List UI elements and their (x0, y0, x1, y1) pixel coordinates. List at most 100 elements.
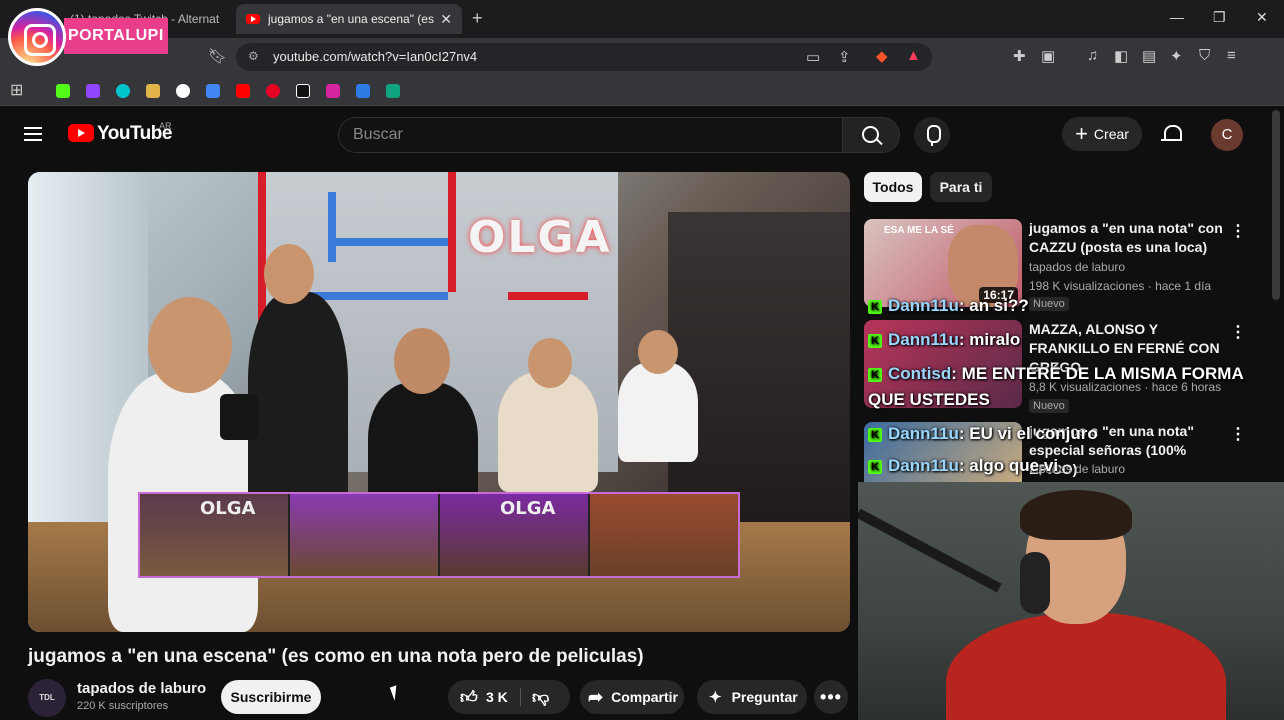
more-actions-icon[interactable]: ••• (814, 680, 848, 714)
new-badge: Nuevo (1029, 399, 1069, 413)
kick-icon: K (868, 459, 882, 474)
pinterest-bookmark-icon[interactable] (266, 84, 280, 98)
gif-bookmark-icon[interactable] (356, 84, 370, 98)
menu-icon[interactable]: ≡ (1227, 47, 1236, 64)
tiktok-bookmark-icon[interactable] (296, 84, 310, 98)
recommendation-thumbnail[interactable]: ESA ME LA SÉ 16:17 (864, 219, 1022, 307)
recommendation-channel[interactable]: tapados de laburo (1029, 260, 1125, 274)
plus-icon: + (1075, 121, 1088, 146)
operator-head (638, 330, 678, 374)
tab-title: jugamos a "en una escena" (es c (268, 12, 435, 26)
studio-equipment (668, 212, 850, 532)
blue-pipe (308, 292, 448, 300)
sidebar-toggle-icon[interactable]: ◧ (1114, 47, 1128, 65)
operator-person (618, 362, 698, 462)
tab-search-icon[interactable]: ▣ (1041, 47, 1055, 65)
chat-message: K Contisd: ME ENTERÉ DE LA MISMA FORMA (868, 364, 1244, 384)
search-button-icon[interactable] (842, 117, 900, 153)
chat-text: : miralo (958, 330, 1021, 349)
chip-para-ti[interactable]: Para ti (930, 172, 992, 202)
more-options-icon[interactable]: ⋮ (1230, 322, 1246, 342)
search-box[interactable] (338, 117, 842, 153)
channel-avatar[interactable]: TDL (28, 679, 66, 717)
chat-text: : ME ENTERÉ DE LA MISMA FORMA (951, 364, 1244, 383)
close-window-icon[interactable]: ✕ (1256, 9, 1268, 26)
new-tab-icon[interactable]: + (472, 8, 483, 29)
account-avatar[interactable]: C (1211, 119, 1243, 151)
camera-preview-strip: OLGA OLGA (138, 492, 740, 578)
youtube-header: YouTube AR + Crear C (0, 107, 1284, 163)
recommendation-title[interactable]: jugamos a "en una nota" con CAZZU (posta… (1029, 219, 1229, 257)
youtube-favicon-icon (246, 14, 260, 24)
mouse-cursor-icon (389, 685, 402, 701)
vpn-icon[interactable]: ⛉ (1199, 47, 1210, 64)
hamburger-menu-icon[interactable] (24, 127, 42, 141)
media-icon[interactable]: ♫ (1087, 47, 1098, 64)
docs-bookmark-icon[interactable] (206, 84, 220, 98)
twitch-bookmark-icon[interactable] (86, 84, 100, 98)
minimize-icon[interactable]: — (1170, 9, 1184, 25)
video-player[interactable]: OLGA OLGA OLGA (28, 172, 850, 632)
standing-head (264, 244, 314, 304)
streamer-body (946, 612, 1226, 720)
bookmark-icon[interactable] (176, 84, 190, 98)
thumbnail-text: ESA ME LA SÉ (884, 225, 954, 236)
create-button[interactable]: + Crear (1062, 117, 1142, 151)
youtube-logo-icon[interactable] (68, 124, 94, 142)
canva-bookmark-icon[interactable] (116, 84, 130, 98)
streamer-microphone (1020, 552, 1050, 614)
more-options-icon[interactable]: ⋮ (1230, 424, 1246, 444)
more-options-icon[interactable]: ⋮ (1230, 221, 1246, 241)
cohost-head (394, 328, 450, 394)
chip-todos[interactable]: Todos (864, 172, 922, 202)
watermark-label: PORTALUPI (64, 18, 168, 54)
voice-search-icon[interactable] (914, 117, 950, 153)
brave-shields-icon[interactable]: ◆ (876, 47, 888, 65)
url-text: youtube.com/watch?v=Ian0cI27nv4 (273, 49, 478, 64)
like-count[interactable]: 3 K (486, 689, 508, 705)
camera-preview (590, 494, 738, 576)
create-label: Crear (1093, 126, 1129, 142)
dislike-icon[interactable]: 👎︎ (532, 687, 549, 708)
brave-rewards-icon[interactable]: ▲ (906, 47, 921, 64)
chat-user: Dann11u (888, 296, 959, 315)
search-input[interactable] (339, 118, 842, 152)
notifications-bell-icon[interactable] (1161, 123, 1182, 145)
bookmark-icon[interactable]: 🔖︎ (208, 47, 227, 65)
share-button[interactable]: ➦ Compartir (580, 680, 684, 714)
chatgpt-bookmark-icon[interactable] (386, 84, 400, 98)
close-tab-icon[interactable]: ✕ (440, 11, 452, 28)
screen: (1) tapados Twitch - Alternat jugamos a … (0, 0, 1284, 720)
extensions-icon[interactable]: ✚ (1013, 47, 1026, 65)
instagram-bookmark-icon[interactable] (326, 84, 340, 98)
share-label: Compartir (611, 689, 678, 705)
address-bar[interactable]: ⚙︎ youtube.com/watch?v=Ian0cI27nv4 ▭ ⇪ ◆… (236, 43, 932, 71)
channel-name[interactable]: tapados de laburo (77, 680, 206, 697)
producer-head (528, 338, 572, 388)
cast-icon[interactable]: ▭ (806, 48, 820, 66)
kick-icon: K (868, 367, 882, 382)
maximize-icon[interactable]: ❐ (1213, 9, 1226, 26)
blue-pipe (328, 238, 448, 246)
chat-message: K Dann11u: miralo (868, 330, 1020, 350)
ask-button[interactable]: ✦ Preguntar (697, 680, 807, 714)
bookmark-icon[interactable] (146, 84, 160, 98)
youtube-bookmark-icon[interactable] (236, 84, 250, 98)
like-icon[interactable]: 👍︎ (460, 687, 478, 708)
leo-ai-icon[interactable]: ✦ (1170, 47, 1183, 65)
kick-icon: K (868, 427, 882, 442)
preview-sign: OLGA (500, 498, 556, 519)
apps-grid-icon[interactable]: ⊞ (10, 80, 23, 100)
share-page-icon[interactable]: ⇪ (838, 48, 851, 66)
host-head (148, 297, 232, 393)
wallet-icon[interactable]: ▤ (1142, 47, 1156, 65)
kick-icon: K (868, 333, 882, 348)
subscribe-button[interactable]: Suscribirme (221, 680, 321, 714)
browser-tab-active[interactable]: jugamos a "en una escena" (es c ✕ (236, 4, 462, 34)
chat-text: : algo que vi (958, 456, 1059, 475)
chat-user: Dann11u (888, 456, 959, 475)
site-info-icon[interactable]: ⚙︎ (248, 49, 259, 63)
recommendation-meta: 198 K visualizaciones · hace 1 día (1029, 279, 1212, 293)
kick-bookmark-icon[interactable] (56, 84, 70, 98)
chat-text: : EU vi el conjuro (958, 424, 1098, 443)
